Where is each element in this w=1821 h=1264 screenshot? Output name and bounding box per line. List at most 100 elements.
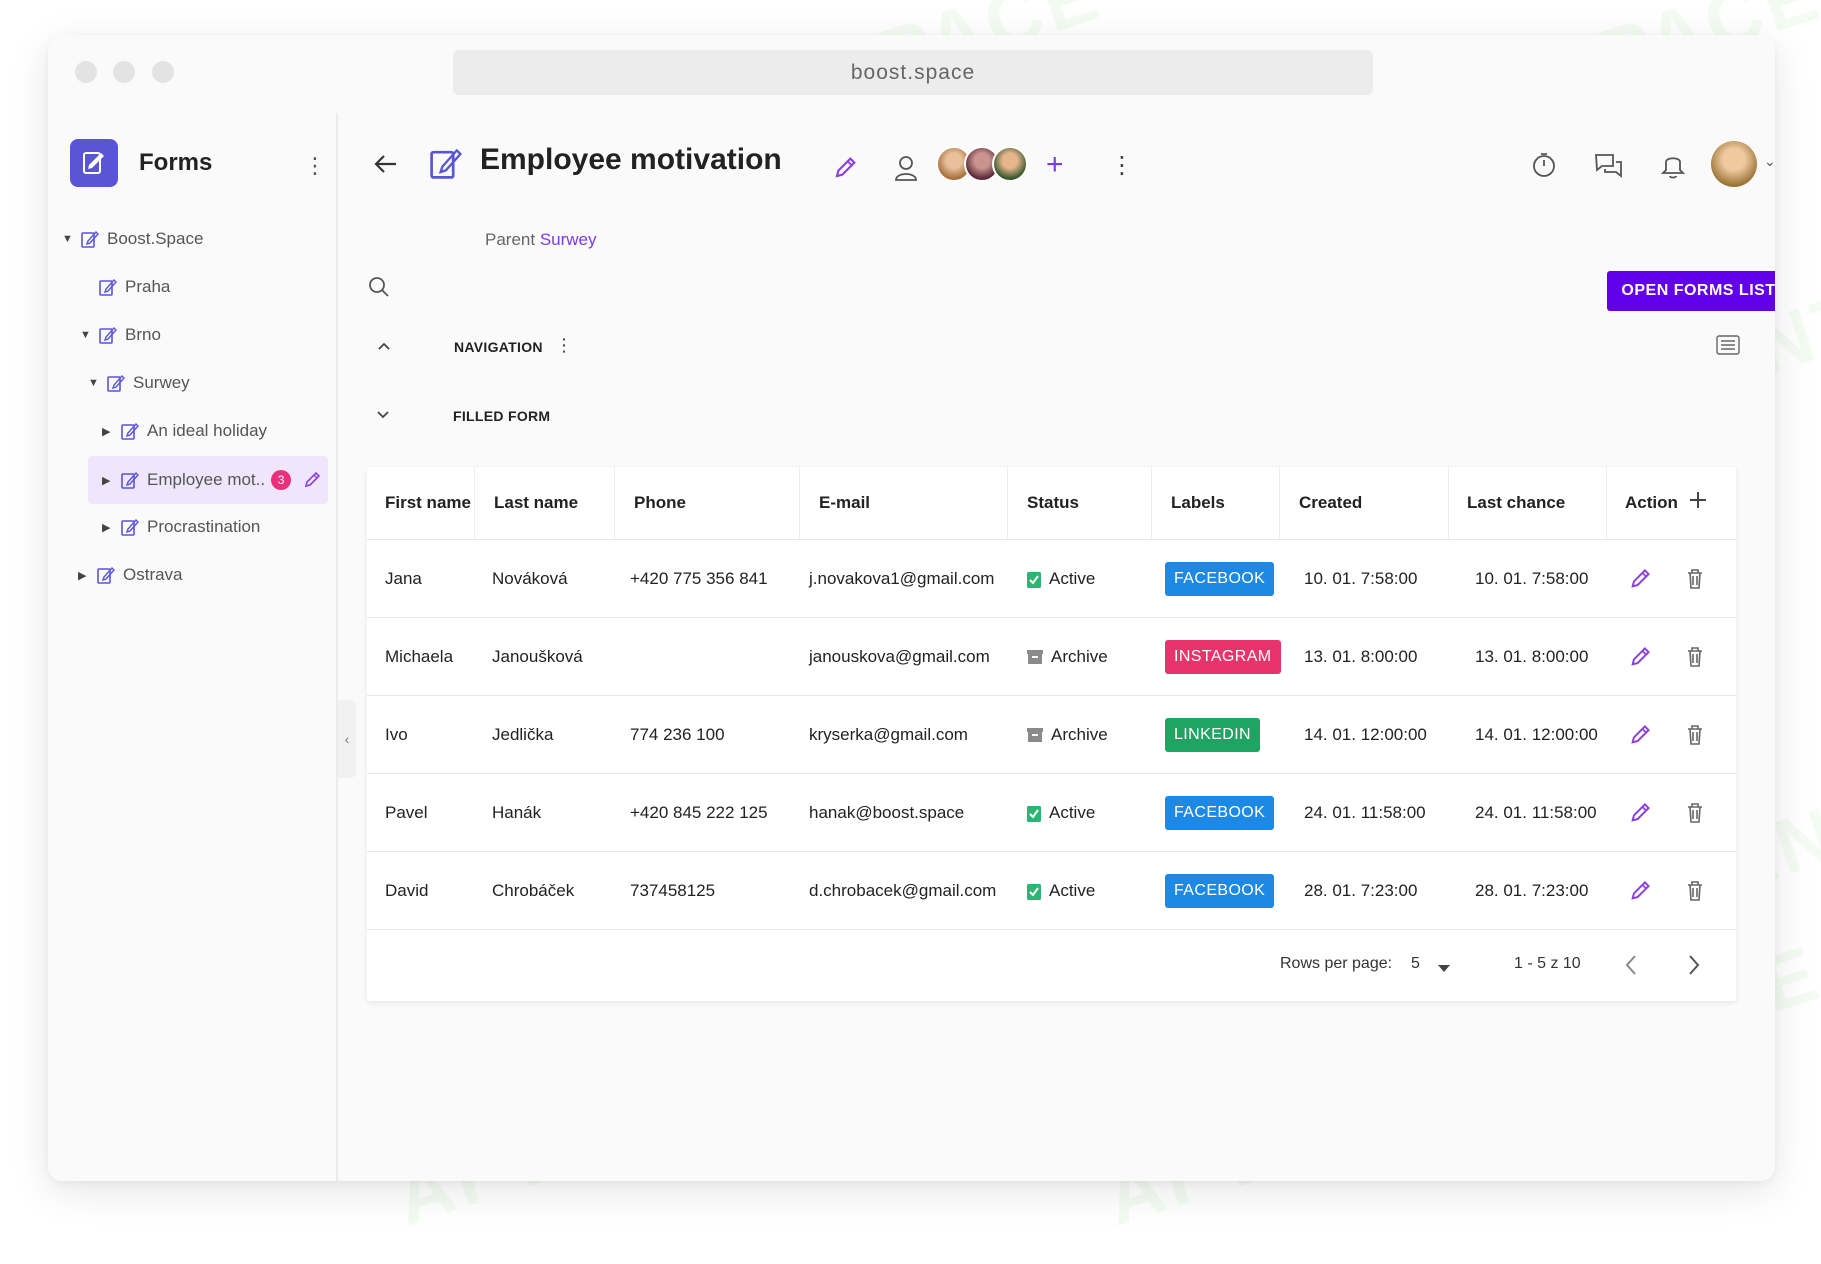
chevron-down-icon[interactable]: ⌄: [1764, 153, 1775, 170]
chevron-down-icon[interactable]: [375, 407, 391, 428]
delete-row-icon[interactable]: [1685, 540, 1705, 618]
caret-right-icon[interactable]: ▶: [78, 569, 92, 582]
column-divider[interactable]: [1007, 467, 1008, 539]
tree-item-employee-motivation[interactable]: ▶ Employee mot.. 3: [88, 456, 328, 504]
open-forms-list-button[interactable]: OPEN FORMS LIST: [1607, 271, 1775, 311]
caret-right-icon[interactable]: ▶: [102, 425, 116, 438]
delete-row-icon[interactable]: [1685, 618, 1705, 696]
column-divider[interactable]: [1448, 467, 1449, 539]
table-row[interactable]: David Chrobáček 737458125 d.chrobacek@gm…: [367, 851, 1736, 929]
cell-first-name: Jana: [385, 569, 422, 588]
cell-label: FACEBOOK: [1165, 852, 1275, 930]
column-divider[interactable]: [614, 467, 615, 539]
column-header-last-name[interactable]: Last name: [494, 467, 578, 539]
column-divider[interactable]: [1279, 467, 1280, 539]
timer-icon[interactable]: [1530, 151, 1558, 184]
parent-link[interactable]: Surwey: [540, 230, 597, 249]
column-divider[interactable]: [1606, 467, 1607, 539]
edit-row-icon[interactable]: [1629, 774, 1651, 852]
comments-icon[interactable]: [1593, 151, 1625, 184]
dropdown-arrow-icon[interactable]: [1437, 961, 1451, 979]
caret-down-icon[interactable]: ▼: [88, 377, 102, 389]
label-chip[interactable]: FACEBOOK: [1165, 796, 1275, 830]
add-column-icon[interactable]: [1687, 489, 1709, 516]
add-collaborator-icon[interactable]: +: [1046, 148, 1064, 182]
delete-row-icon[interactable]: [1685, 852, 1705, 930]
label-chip[interactable]: FACEBOOK: [1165, 874, 1275, 908]
address-bar[interactable]: boost.space: [453, 50, 1373, 95]
rows-per-page-select[interactable]: 5: [1411, 955, 1420, 973]
column-divider[interactable]: [474, 467, 475, 539]
tree-item-brno[interactable]: ▼ Brno: [80, 316, 161, 354]
delete-row-icon[interactable]: [1685, 774, 1705, 852]
form-icon: [80, 229, 100, 249]
section-more-icon[interactable]: ⋮: [555, 335, 573, 356]
user-avatar[interactable]: [1711, 141, 1757, 187]
more-options-icon[interactable]: ⋮: [1110, 151, 1134, 180]
delete-row-icon[interactable]: [1685, 696, 1705, 774]
label-chip[interactable]: INSTAGRAM: [1165, 640, 1281, 674]
tree-item-label: Boost.Space: [107, 229, 204, 248]
tree-item-an-ideal-holiday[interactable]: ▶ An ideal holiday: [102, 412, 267, 450]
sidebar-more-icon[interactable]: ⋮: [304, 153, 326, 179]
cell-status: Archive: [1026, 696, 1108, 774]
column-header-phone[interactable]: Phone: [634, 467, 686, 539]
caret-down-icon[interactable]: ▼: [80, 329, 94, 341]
browser-chrome: boost.space: [48, 35, 1775, 113]
user-icon[interactable]: [893, 154, 919, 187]
cell-last-name: Jedlička: [492, 725, 554, 744]
sidebar-brand: Forms: [70, 139, 212, 187]
chevron-left-icon[interactable]: [1624, 954, 1638, 981]
caret-right-icon[interactable]: ▶: [102, 474, 116, 487]
caret-down-icon[interactable]: ▼: [62, 233, 76, 245]
column-header-created[interactable]: Created: [1299, 467, 1362, 539]
tree-item-surwey[interactable]: ▼ Surwey: [88, 364, 190, 402]
caret-right-icon[interactable]: ▶: [102, 521, 116, 534]
edit-row-icon[interactable]: [1629, 540, 1651, 618]
search-icon[interactable]: [368, 276, 390, 303]
column-header-status[interactable]: Status: [1027, 467, 1079, 539]
table-row[interactable]: Michaela Janoušková janouskova@gmail.com…: [367, 617, 1736, 695]
collaborator-avatars[interactable]: [936, 146, 1046, 186]
section-filled-form-title[interactable]: FILLED FORM: [453, 408, 550, 424]
column-divider[interactable]: [799, 467, 800, 539]
cell-label: FACEBOOK: [1165, 540, 1275, 618]
tree-item-procrastination[interactable]: ▶ Procrastination: [102, 508, 260, 546]
back-arrow-icon[interactable]: [372, 150, 400, 183]
clipboard-check-icon: [1026, 804, 1042, 822]
archive-box-icon: [1026, 727, 1044, 743]
column-header-labels[interactable]: Labels: [1171, 467, 1225, 539]
window-maximize-dot[interactable]: [152, 61, 174, 83]
chevron-right-icon[interactable]: [1687, 954, 1701, 981]
edit-row-icon[interactable]: [1629, 618, 1651, 696]
cell-created: 24. 01. 11:58:00: [1304, 803, 1426, 822]
column-header-email[interactable]: E-mail: [819, 467, 870, 539]
edit-title-icon[interactable]: [833, 156, 857, 185]
table-row[interactable]: Pavel Hanák +420 845 222 125 hanak@boost…: [367, 773, 1736, 851]
label-chip[interactable]: LINKEDIN: [1165, 718, 1260, 752]
cell-email: kryserka@gmail.com: [809, 725, 968, 744]
tree-item-ostrava[interactable]: ▶ Ostrava: [78, 556, 183, 594]
section-navigation-title[interactable]: NAVIGATION: [454, 339, 543, 355]
column-header-first-name[interactable]: First name: [385, 467, 471, 539]
window-close-dot[interactable]: [75, 61, 97, 83]
bell-icon[interactable]: [1660, 150, 1686, 185]
tree-item-praha[interactable]: Praha: [80, 268, 170, 306]
edit-row-icon[interactable]: [1629, 696, 1651, 774]
edit-pencil-icon[interactable]: [303, 471, 321, 489]
column-divider[interactable]: [1151, 467, 1152, 539]
clipboard-check-icon: [1026, 570, 1042, 588]
edit-row-icon[interactable]: [1629, 852, 1651, 930]
column-header-last-chance[interactable]: Last chance: [1467, 467, 1565, 539]
cell-last-name: Chrobáček: [492, 881, 575, 900]
chevron-up-icon[interactable]: [376, 338, 392, 359]
table-row[interactable]: Jana Nováková +420 775 356 841 j.novakov…: [367, 539, 1736, 617]
tree-item-boost-space[interactable]: ▼ Boost.Space: [62, 220, 203, 258]
table-row[interactable]: Ivo Jedlička 774 236 100 kryserka@gmail.…: [367, 695, 1736, 773]
avatar[interactable]: [992, 146, 1028, 182]
main-content: Employee motivation + ⋮ ⌄ Parent Surwey: [340, 113, 1775, 1181]
list-view-icon[interactable]: [1716, 335, 1740, 360]
cell-phone: +420 775 356 841: [630, 569, 768, 588]
label-chip[interactable]: FACEBOOK: [1165, 562, 1275, 596]
window-minimize-dot[interactable]: [113, 61, 135, 83]
